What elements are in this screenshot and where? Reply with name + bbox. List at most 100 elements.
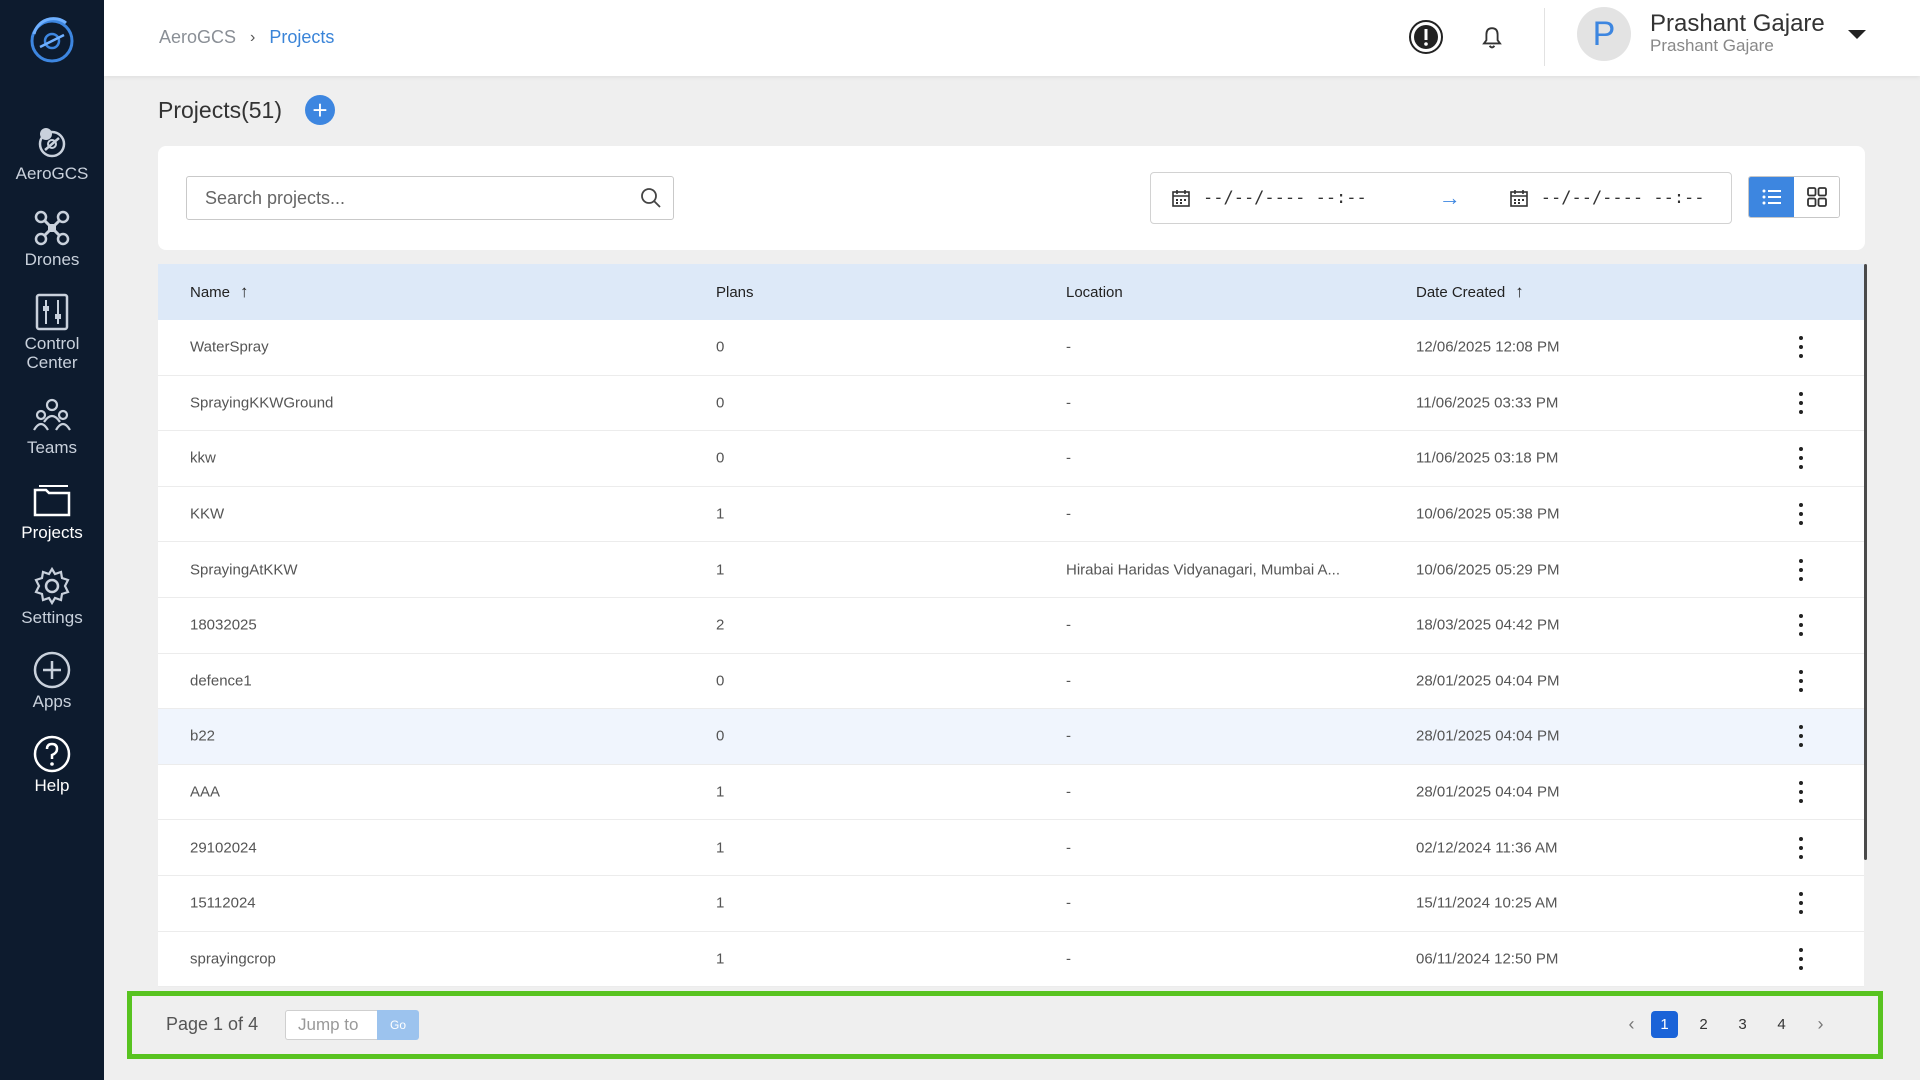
more-options-icon[interactable]	[1791, 556, 1811, 584]
date-created-cell: 10/06/2025 05:29 PM	[1416, 561, 1560, 579]
plans-cell: 2	[716, 616, 725, 634]
more-options-icon[interactable]	[1791, 722, 1811, 750]
date-from-field[interactable]: --/--/---- --:--	[1171, 188, 1367, 208]
sidebar-item-label: Drones	[24, 250, 80, 269]
logo-icon	[30, 17, 74, 63]
sidebar-item-label: Projects	[21, 523, 83, 542]
plans-cell: 0	[716, 672, 725, 690]
sidebar-item-label: Apps	[32, 692, 72, 711]
list-view-button[interactable]	[1749, 177, 1794, 217]
project-name-cell: 18032025	[190, 616, 257, 634]
prev-page-button[interactable]: ‹	[1618, 1011, 1645, 1038]
table-row[interactable]: b22 0 - 28/01/2025 04:04 PM	[158, 709, 1864, 765]
location-cell: -	[1066, 338, 1071, 356]
search-input[interactable]	[205, 187, 629, 209]
sidebar-item-aerogcs[interactable]: AeroGCS	[0, 122, 104, 183]
bell-icon[interactable]	[1471, 16, 1513, 58]
more-options-icon[interactable]	[1791, 389, 1811, 417]
table-row[interactable]: SprayingKKWGround 0 - 11/06/2025 03:33 PM	[158, 376, 1864, 432]
sidebar-item-teams[interactable]: Teams	[0, 396, 104, 457]
plans-cell: 1	[716, 894, 725, 912]
page-button-1[interactable]: 1	[1651, 1011, 1678, 1038]
table-row[interactable]: WaterSpray 0 - 12/06/2025 12:08 PM	[158, 320, 1864, 376]
table-row[interactable]: SprayingAtKKW 1 Hirabai Haridas Vidyanagar…	[158, 542, 1864, 598]
date-from-value: --/--/---- --:--	[1203, 188, 1367, 208]
team-icon	[30, 396, 74, 436]
table-row[interactable]: AAA 1 - 28/01/2025 04:04 PM	[158, 765, 1864, 821]
table-row[interactable]: defence1 0 - 28/01/2025 04:04 PM	[158, 654, 1864, 710]
column-header-date-created[interactable]: Date Created ↑	[1416, 282, 1524, 302]
sidebar-item-help[interactable]: Help	[0, 734, 104, 795]
sidebar-item-apps[interactable]: Apps	[0, 650, 104, 711]
date-created-cell: 18/03/2025 04:42 PM	[1416, 616, 1560, 634]
date-range-picker: --/--/---- --:-- → --/--/---- --:--	[1150, 172, 1732, 224]
more-options-icon[interactable]	[1791, 667, 1811, 695]
table-row[interactable]: sprayingcrop 1 - 06/11/2024 12:50 PM	[158, 932, 1864, 988]
table-row[interactable]: 15112024 1 - 15/11/2024 10:25 AM	[158, 876, 1864, 932]
plans-cell: 0	[716, 727, 725, 745]
project-name-cell: defence1	[190, 672, 252, 690]
page-button-4[interactable]: 4	[1768, 1011, 1795, 1038]
more-options-icon[interactable]	[1791, 834, 1811, 862]
sidebar-item-projects[interactable]: Projects	[0, 481, 104, 542]
chevron-down-icon[interactable]	[1848, 30, 1866, 39]
search-icon[interactable]	[629, 176, 673, 220]
page-button-3[interactable]: 3	[1729, 1011, 1756, 1038]
breadcrumb: AeroGCS › Projects	[159, 27, 334, 48]
column-label: Location	[1066, 283, 1123, 301]
plans-cell: 1	[716, 950, 725, 968]
more-options-icon[interactable]	[1791, 611, 1811, 639]
plans-cell: 0	[716, 449, 725, 467]
table-row[interactable]: 18032025 2 - 18/03/2025 04:42 PM	[158, 598, 1864, 654]
location-cell: Hirabai Haridas Vidyanagari, Mumbai A...	[1066, 561, 1341, 579]
control-sliders-icon	[30, 292, 74, 332]
sidebar-item-drones[interactable]: Drones	[0, 208, 104, 269]
go-button[interactable]: Go	[377, 1010, 419, 1040]
breadcrumb-separator: ›	[250, 28, 256, 46]
project-name-cell: b22	[190, 727, 216, 745]
table-row[interactable]: 29102024 1 - 02/12/2024 11:36 AM	[158, 820, 1864, 876]
breadcrumb-current[interactable]: Projects	[269, 27, 334, 48]
top-header: AeroGCS › Projects P Prashant Gajare Pra…	[104, 0, 1920, 76]
table-scrollbar[interactable]	[1864, 264, 1867, 860]
gear-icon	[30, 566, 74, 606]
alert-icon[interactable]	[1405, 16, 1447, 58]
date-to-field[interactable]: --/--/---- --:--	[1509, 188, 1705, 208]
grid-view-button[interactable]	[1794, 177, 1839, 217]
sidebar-item-settings[interactable]: Settings	[0, 566, 104, 627]
more-options-icon[interactable]	[1791, 945, 1811, 973]
column-header-plans: Plans	[716, 284, 754, 301]
column-label: Plans	[716, 283, 754, 301]
date-created-cell: 12/06/2025 12:08 PM	[1416, 338, 1560, 356]
aerogcs-logo[interactable]	[26, 14, 78, 66]
location-cell: -	[1066, 727, 1071, 745]
plans-cell: 0	[716, 394, 725, 412]
column-label: Date Created	[1416, 283, 1506, 301]
more-options-icon[interactable]	[1791, 889, 1811, 917]
page-button-2[interactable]: 2	[1690, 1011, 1717, 1038]
aerogcs-drone-icon	[30, 122, 74, 162]
breadcrumb-root[interactable]: AeroGCS	[159, 27, 236, 48]
more-options-icon[interactable]	[1791, 778, 1811, 806]
more-options-icon[interactable]	[1791, 444, 1811, 472]
location-cell: -	[1066, 505, 1071, 523]
table-row[interactable]: KKW 1 - 10/06/2025 05:38 PM	[158, 487, 1864, 543]
date-created-cell: 02/12/2024 11:36 AM	[1416, 839, 1558, 857]
more-options-icon[interactable]	[1791, 333, 1811, 361]
column-header-name[interactable]: Name ↑	[190, 282, 249, 302]
jump-to-box	[285, 1010, 377, 1040]
avatar[interactable]: P	[1577, 7, 1631, 61]
jump-to-input[interactable]	[298, 1015, 374, 1035]
project-name-cell: SprayingAtKKW	[190, 561, 298, 579]
page-info: Page 1 of 4	[166, 1014, 259, 1034]
plans-cell: 1	[716, 505, 725, 523]
sidebar-item-label: AeroGCS	[15, 164, 89, 183]
more-options-icon[interactable]	[1791, 500, 1811, 528]
location-cell: -	[1066, 616, 1071, 634]
table-row[interactable]: kkw 0 - 11/06/2025 03:18 PM	[158, 431, 1864, 487]
next-page-button[interactable]: ›	[1807, 1011, 1834, 1038]
sidebar-item-control-center[interactable]: Control Center	[0, 292, 104, 372]
project-name-cell: sprayingcrop	[190, 950, 276, 968]
add-project-button[interactable]: +	[305, 95, 335, 125]
user-subtitle: Prashant Gajare	[1650, 36, 1774, 55]
